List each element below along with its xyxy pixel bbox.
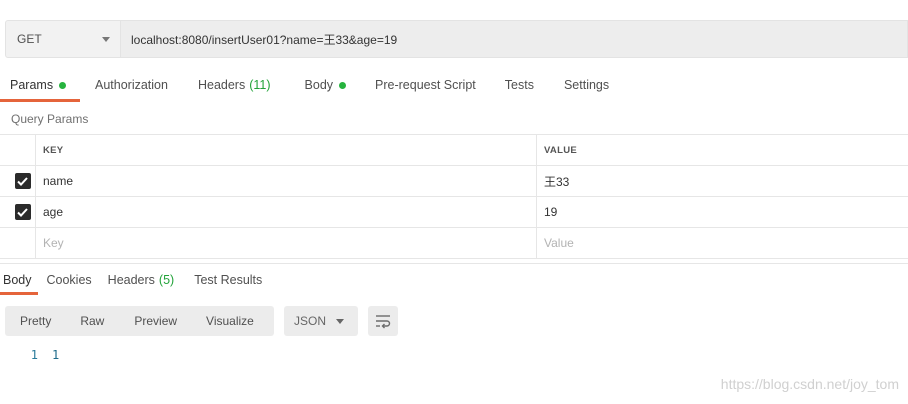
- tab-label: Test Results: [194, 273, 263, 287]
- body-indicator-dot-icon: [339, 81, 347, 89]
- url-input[interactable]: localhost:8080/insertUser01?name=王33&age…: [121, 20, 908, 58]
- chevron-down-icon: [102, 36, 110, 42]
- tab-params[interactable]: Params: [0, 68, 80, 102]
- response-headers-count: (5): [158, 273, 175, 287]
- tab-response-headers[interactable]: Headers (5): [108, 265, 175, 295]
- tab-test-results[interactable]: Test Results: [194, 265, 262, 295]
- param-value-cell[interactable]: 19: [537, 197, 908, 227]
- new-key-input[interactable]: Key: [36, 228, 537, 258]
- tab-label: Headers: [197, 78, 246, 92]
- new-param-row: Key Value: [0, 228, 908, 259]
- new-value-input[interactable]: Value: [537, 228, 908, 258]
- query-params-title: Query Params: [11, 112, 89, 126]
- view-mode-raw[interactable]: Raw: [80, 306, 104, 336]
- response-line: 1: [52, 348, 60, 362]
- tab-label: Params: [10, 78, 54, 92]
- format-label: JSON: [294, 314, 327, 328]
- enabled-checkbox[interactable]: [14, 204, 31, 220]
- response-tabs: Body Cookies Headers (5) Test Results: [0, 265, 262, 295]
- line-number: 1: [30, 348, 38, 362]
- headers-count: (11): [249, 78, 271, 92]
- param-value-cell[interactable]: 王33: [537, 166, 908, 196]
- header-check-cell: [0, 135, 36, 165]
- response-body: 1 1: [0, 346, 59, 364]
- tab-settings[interactable]: Settings: [564, 68, 609, 102]
- view-mode-visualize[interactable]: Visualize: [206, 306, 254, 336]
- view-mode-group: Pretty Raw Preview Visualize: [5, 306, 274, 336]
- wrap-lines-icon: [376, 315, 391, 329]
- tab-label: Authorization: [95, 78, 168, 92]
- watermark: https://blog.csdn.net/joy_tom: [720, 376, 899, 392]
- tab-label: Headers: [107, 273, 155, 287]
- tab-tests[interactable]: Tests: [505, 68, 534, 102]
- tab-body[interactable]: Body: [305, 68, 347, 102]
- table-row: name 王33: [0, 166, 908, 197]
- table-row: age 19: [0, 197, 908, 228]
- section-divider: [0, 263, 908, 264]
- row-check-cell: [0, 228, 36, 258]
- request-bar: GET localhost:8080/insertUser01?name=王33…: [5, 20, 908, 58]
- view-mode-pretty[interactable]: Pretty: [20, 306, 51, 336]
- tab-cookies[interactable]: Cookies: [47, 265, 92, 295]
- params-indicator-dot-icon: [59, 81, 66, 89]
- params-table: KEY VALUE name 王33 age 19 Key Value: [0, 134, 908, 259]
- method-label: GET: [17, 32, 42, 46]
- key-column-header: KEY: [36, 135, 537, 165]
- params-header-row: KEY VALUE: [0, 135, 908, 166]
- param-key-cell[interactable]: age: [36, 197, 537, 227]
- tab-label: Cookies: [46, 273, 92, 287]
- tab-label: Settings: [563, 78, 610, 92]
- tab-label: Tests: [504, 78, 534, 92]
- request-tabs: Params Authorization Headers (11) Body P…: [0, 68, 609, 102]
- enabled-checkbox[interactable]: [14, 173, 31, 189]
- checkmark-icon: [17, 207, 28, 217]
- tab-label: Body: [3, 273, 32, 287]
- tab-authorization[interactable]: Authorization: [95, 68, 168, 102]
- tab-response-body[interactable]: Body: [0, 265, 38, 295]
- view-mode-preview[interactable]: Preview: [134, 306, 177, 336]
- wrap-lines-button[interactable]: [368, 306, 398, 336]
- tab-headers[interactable]: Headers (11): [198, 68, 271, 102]
- format-select[interactable]: JSON: [284, 306, 358, 336]
- param-key-cell[interactable]: name: [36, 166, 537, 196]
- tab-pre-request-script[interactable]: Pre-request Script: [375, 68, 476, 102]
- method-select[interactable]: GET: [5, 20, 121, 58]
- row-check-cell: [0, 166, 36, 196]
- value-column-header: VALUE: [544, 144, 577, 156]
- tab-label: Pre-request Script: [375, 78, 476, 92]
- tab-label: Body: [304, 78, 334, 92]
- row-check-cell: [0, 197, 36, 227]
- chevron-down-icon: [336, 318, 344, 324]
- checkmark-icon: [17, 176, 28, 186]
